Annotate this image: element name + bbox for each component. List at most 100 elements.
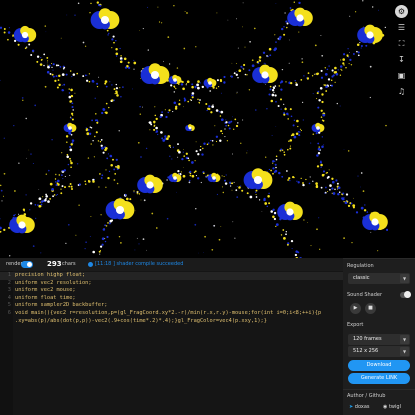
- line-number: 1: [7, 272, 11, 278]
- fractal-dot: [349, 58, 352, 62]
- generate-link-button[interactable]: Generate LINK: [348, 373, 410, 384]
- fractal-dot: [197, 177, 200, 180]
- fractal-dot: [300, 177, 302, 180]
- twitter-link[interactable]: ➤ doxas: [349, 404, 370, 410]
- download-icon[interactable]: ↧: [395, 53, 408, 66]
- code-text: uniform vec2 mouse;: [15, 287, 76, 294]
- fractal-dot: [207, 142, 210, 144]
- fractal-dot: [200, 145, 202, 148]
- fractal-dot: [137, 190, 139, 193]
- code-line[interactable]: 4 uniform float time;: [0, 295, 343, 303]
- fractal-dot: [56, 179, 60, 183]
- code-line[interactable]: 6 void main(){vec2 r=resolution,p=(gl_Fra…: [0, 310, 343, 318]
- github-link[interactable]: ◉ twigl: [383, 404, 401, 410]
- fractal-dot: [326, 68, 329, 71]
- code-line[interactable]: .xy=abs(p)/abs(dot(p,p))-vec2(.9+cos(tim…: [0, 318, 343, 326]
- size-select[interactable]: 512 x 256 ▼: [348, 346, 410, 357]
- download-button[interactable]: Download: [348, 360, 410, 371]
- fullscreen-icon[interactable]: ⛶: [395, 37, 408, 50]
- sparkle-dot: [26, 157, 27, 159]
- play-button[interactable]: ▶: [350, 303, 361, 314]
- fractal-dot: [186, 82, 188, 85]
- fractal-dot: [114, 173, 117, 175]
- fractal-dot: [317, 106, 320, 109]
- code-line[interactable]: 5 uniform sampler2D backbuffer;: [0, 302, 343, 310]
- fractal-dot: [29, 202, 33, 205]
- sparkle-dot: [183, 166, 184, 168]
- sparkle-dot: [163, 60, 164, 62]
- fractal-dot: [194, 160, 196, 162]
- fractal-dot: [223, 175, 225, 178]
- sparkle-dot: [195, 46, 197, 48]
- sparkle-dot: [118, 235, 121, 238]
- image-icon[interactable]: ▣: [395, 69, 408, 82]
- code-text: uniform float time;: [15, 294, 76, 301]
- sparkle-dot: [176, 67, 179, 69]
- code-text: .xy=abs(p)/abs(dot(p,p))-vec2(.9+cos(tim…: [15, 317, 267, 324]
- sparkle-dot: [364, 204, 366, 206]
- sparkle-dot: [0, 189, 3, 192]
- sparkle-dot: [261, 211, 263, 212]
- fractal-dot: [71, 76, 73, 78]
- sparkle-dot: [75, 234, 77, 236]
- fractal-dot: [191, 174, 195, 178]
- fractal-dot: [320, 166, 322, 168]
- sparkle-dot: [41, 205, 43, 207]
- fractal-dot: [51, 73, 54, 76]
- sparkle-dot: [40, 62, 42, 64]
- fractal-dot: [272, 172, 274, 175]
- regulation-select[interactable]: classic ▼: [348, 273, 410, 284]
- fractal-dot: [72, 73, 76, 76]
- fractal-dot: [288, 140, 290, 142]
- fractal-dot: [85, 79, 89, 82]
- sparkle-dot: [302, 119, 304, 121]
- fractal-dot: [352, 204, 356, 207]
- settings-icon[interactable]: ⚙: [395, 5, 408, 18]
- fractal-dot: [293, 1, 295, 3]
- fractal-dot: [273, 91, 275, 93]
- sparkle-dot: [336, 102, 338, 105]
- code-editor[interactable]: 1 precision highp float; 2 uniform vec2 res…: [0, 271, 343, 415]
- audio-icon[interactable]: ♫: [395, 85, 408, 98]
- fractal-dot: [329, 184, 332, 187]
- fractal-dot: [212, 144, 214, 146]
- sparkle-dot: [371, 6, 374, 8]
- fractal-dot: [233, 72, 236, 75]
- fractal-dot: [317, 142, 320, 145]
- fractal-dot: [113, 41, 115, 44]
- code-line[interactable]: 1 precision highp float;: [0, 272, 343, 280]
- shader-canvas[interactable]: [0, 0, 388, 258]
- fractal-dot: [84, 183, 87, 185]
- fractal-dot: [59, 66, 62, 68]
- sparkle-dot: [316, 228, 318, 231]
- fractal-dot: [161, 137, 164, 140]
- fractal-dot: [221, 175, 223, 177]
- stop-button[interactable]: ■: [365, 303, 376, 314]
- fractal-dot: [14, 214, 16, 216]
- code-line[interactable]: 2 uniform vec2 resolution;: [0, 280, 343, 288]
- sparkle-dot: [255, 109, 257, 111]
- fractal-dot: [257, 62, 260, 65]
- sparkle-dot: [213, 224, 216, 227]
- fractal-dot: [39, 201, 41, 203]
- render-toggle[interactable]: [21, 261, 33, 268]
- sound-shader-toggle[interactable]: [400, 291, 411, 298]
- fractal-dot: [298, 134, 301, 137]
- fractal-dot: [302, 182, 304, 184]
- fractal-dot: [341, 199, 343, 201]
- fractal-dot: [280, 108, 282, 110]
- fractal-blob: [173, 78, 177, 82]
- tune-icon[interactable]: ☰: [395, 21, 408, 34]
- fractal-dot: [159, 115, 162, 119]
- sparkle-dot: [98, 186, 100, 188]
- fractal-dot: [64, 175, 66, 178]
- fractal-dot: [61, 185, 64, 188]
- fractal-dot: [294, 80, 296, 82]
- sparkle-dot: [136, 237, 138, 239]
- fractal-dot: [331, 177, 334, 180]
- frames-select[interactable]: 120 frames ▼: [348, 334, 410, 345]
- sparkle-dot: [369, 65, 372, 68]
- code-line[interactable]: 3 uniform vec2 mouse;: [0, 287, 343, 295]
- fractal-blob: [316, 126, 320, 130]
- fractal-dot: [258, 59, 262, 62]
